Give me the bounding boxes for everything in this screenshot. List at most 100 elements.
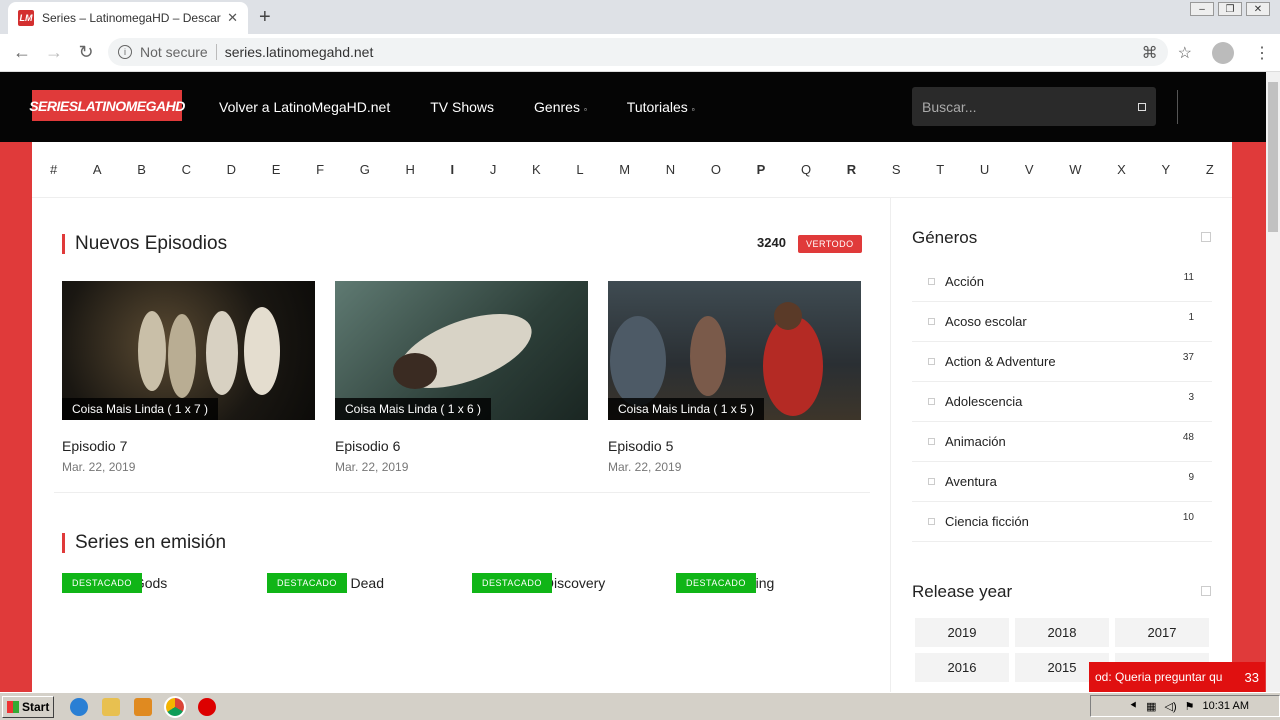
alphabet-letter[interactable]: X: [1117, 162, 1126, 177]
featured-series[interactable]: DESTACADO Gods: [62, 573, 167, 593]
collapse-icon[interactable]: [1201, 232, 1211, 242]
series-title[interactable]: Discovery: [544, 575, 605, 591]
profile-avatar-icon[interactable]: [1212, 42, 1234, 64]
episode-title[interactable]: Episodio 7: [62, 438, 315, 454]
episode-thumbnail[interactable]: Coisa Mais Linda ( 1 x 6 ): [335, 281, 588, 420]
alphabet-letter[interactable]: B: [137, 162, 146, 177]
forward-icon[interactable]: →: [38, 42, 70, 63]
alphabet-letter[interactable]: T: [936, 162, 944, 177]
alphabet-letter[interactable]: R: [847, 162, 856, 177]
featured-series[interactable]: DESTACADO g Dead: [267, 573, 384, 593]
scrollbar-thumb[interactable]: [1268, 82, 1278, 232]
genre-name[interactable]: Ciencia ficción: [945, 514, 1029, 529]
alphabet-letter[interactable]: A: [93, 162, 102, 177]
ie-icon[interactable]: [70, 697, 88, 716]
nav-tv-shows[interactable]: TV Shows: [430, 99, 494, 115]
tray-arrow-icon[interactable]: ⯇: [1129, 700, 1138, 713]
tab-close-icon[interactable]: ✕: [227, 10, 238, 26]
search-icon[interactable]: [1138, 102, 1146, 111]
search-input[interactable]: Buscar...: [922, 99, 1138, 115]
episode-card[interactable]: Coisa Mais Linda ( 1 x 6 ) Episodio 6 Ma…: [335, 281, 588, 474]
alphabet-letter[interactable]: K: [532, 162, 541, 177]
genre-item[interactable]: Ciencia ficción 10: [912, 502, 1212, 542]
genre-item[interactable]: Adolescencia 3: [912, 382, 1212, 422]
alphabet-letter[interactable]: M: [619, 162, 630, 177]
alphabet-letter[interactable]: V: [1025, 162, 1034, 177]
alphabet-letter[interactable]: L: [576, 162, 583, 177]
alphabet-letter[interactable]: U: [980, 162, 989, 177]
folder-icon[interactable]: [102, 697, 120, 716]
restore-icon[interactable]: ❐: [1218, 2, 1242, 16]
close-window-icon[interactable]: ✕: [1246, 2, 1270, 16]
alphabet-letter[interactable]: G: [360, 162, 370, 177]
featured-series[interactable]: DESTACADO ning: [676, 573, 774, 593]
genre-name[interactable]: Adolescencia: [945, 394, 1022, 409]
alphabet-letter[interactable]: O: [711, 162, 721, 177]
media-player-icon[interactable]: [134, 697, 152, 716]
alphabet-letter[interactable]: Q: [801, 162, 811, 177]
alphabet-letter[interactable]: C: [182, 162, 191, 177]
genre-name[interactable]: Animación: [945, 434, 1006, 449]
volume-icon[interactable]: ◁): [1165, 700, 1177, 713]
info-icon[interactable]: i: [118, 45, 132, 59]
alphabet-letter[interactable]: N: [666, 162, 675, 177]
bookmark-star-icon[interactable]: ☆: [1178, 43, 1192, 63]
alphabet-letter[interactable]: #: [50, 162, 57, 177]
genre-name[interactable]: Acoso escolar: [945, 314, 1027, 329]
collapse-icon[interactable]: [1201, 586, 1211, 596]
episode-card[interactable]: Coisa Mais Linda ( 1 x 7 ) Episodio 7 Ma…: [62, 281, 315, 474]
episode-card[interactable]: Coisa Mais Linda ( 1 x 5 ) Episodio 5 Ma…: [608, 281, 861, 474]
alphabet-letter[interactable]: P: [757, 162, 766, 177]
page-scrollbar[interactable]: [1266, 72, 1280, 692]
url-text[interactable]: series.latinomegahd.net: [225, 44, 374, 60]
episode-title[interactable]: Episodio 6: [335, 438, 588, 454]
episode-thumbnail[interactable]: Coisa Mais Linda ( 1 x 7 ): [62, 281, 315, 420]
nav-volver[interactable]: Volver a LatinoMegaHD.net: [219, 99, 390, 115]
genre-item[interactable]: Action & Adventure 37: [912, 342, 1212, 382]
episode-thumbnail[interactable]: Coisa Mais Linda ( 1 x 5 ): [608, 281, 861, 420]
search-box[interactable]: Buscar...: [912, 87, 1156, 126]
alphabet-letter[interactable]: Y: [1162, 162, 1171, 177]
site-logo[interactable]: SERIESLATINOMEGAHD: [29, 90, 185, 121]
genre-item[interactable]: Acoso escolar 1: [912, 302, 1212, 342]
genre-name[interactable]: Action & Adventure: [945, 354, 1056, 369]
alphabet-letter[interactable]: S: [892, 162, 901, 177]
episode-caption: Coisa Mais Linda ( 1 x 7 ): [62, 398, 219, 420]
alphabet-letter[interactable]: F: [316, 162, 324, 177]
year-button[interactable]: 2018: [1015, 618, 1109, 647]
genre-name[interactable]: Acción: [945, 274, 984, 289]
opera-icon[interactable]: [198, 697, 216, 716]
minimize-icon[interactable]: –: [1190, 2, 1214, 16]
menu-kebab-icon[interactable]: ⋮: [1254, 43, 1270, 63]
ver-todo-button[interactable]: VERTODO: [798, 235, 862, 253]
alphabet-letter[interactable]: E: [272, 162, 281, 177]
alphabet-letter[interactable]: H: [405, 162, 414, 177]
genre-name[interactable]: Aventura: [945, 474, 997, 489]
network-icon[interactable]: ▦: [1146, 700, 1156, 713]
genre-item[interactable]: Acción 11: [912, 262, 1212, 302]
alphabet-letter[interactable]: Z: [1206, 162, 1214, 177]
nav-tutoriales[interactable]: Tutoriales ▫: [627, 99, 695, 115]
year-button[interactable]: 2016: [915, 653, 1009, 682]
translate-icon[interactable]: ⌘: [1142, 43, 1158, 63]
alphabet-letter[interactable]: I: [451, 162, 455, 177]
start-button[interactable]: Start: [2, 695, 54, 718]
genre-item[interactable]: Aventura 9: [912, 462, 1212, 502]
episode-title[interactable]: Episodio 5: [608, 438, 861, 454]
featured-series[interactable]: DESTACADO Discovery: [472, 573, 605, 593]
alphabet-letter[interactable]: W: [1069, 162, 1081, 177]
year-button[interactable]: 2019: [915, 618, 1009, 647]
address-bar[interactable]: i Not secure series.latinomegahd.net: [108, 38, 1168, 66]
alphabet-letter[interactable]: J: [490, 162, 497, 177]
year-button[interactable]: 2017: [1115, 618, 1209, 647]
new-tab-button[interactable]: +: [259, 6, 271, 29]
genre-item[interactable]: Animación 48: [912, 422, 1212, 462]
nav-genres[interactable]: Genres ▫: [534, 99, 587, 115]
alphabet-letter[interactable]: D: [227, 162, 236, 177]
reload-icon[interactable]: ↻: [70, 42, 102, 63]
flag-icon[interactable]: ⚑: [1185, 700, 1195, 713]
chrome-icon[interactable]: [164, 695, 186, 718]
browser-tab[interactable]: LM Series – LatinomegaHD – Descarga s ✕: [8, 2, 248, 34]
back-icon[interactable]: ←: [6, 42, 38, 63]
notification-popup[interactable]: od: Queria preguntar qu 33: [1089, 662, 1265, 692]
